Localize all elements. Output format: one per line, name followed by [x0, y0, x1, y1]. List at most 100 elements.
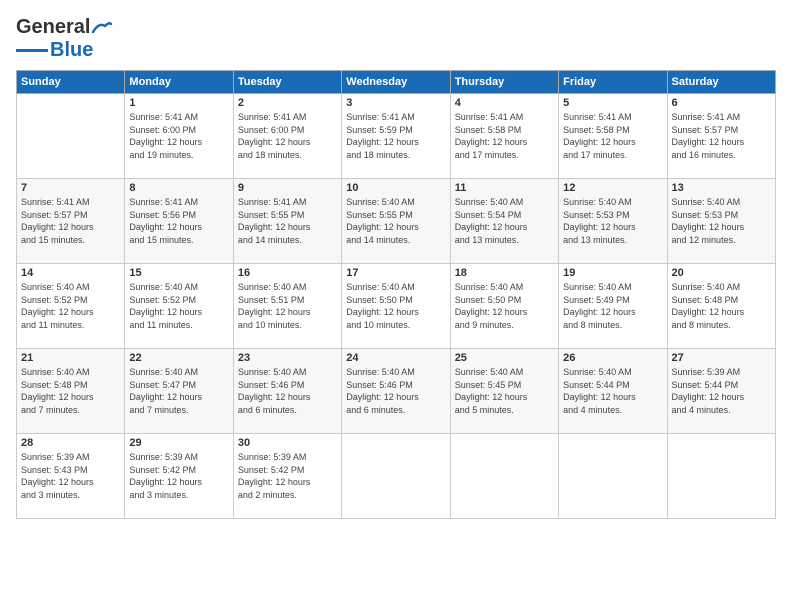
- calendar-cell: 14 Sunrise: 5:40 AMSunset: 5:52 PMDayligh…: [17, 264, 125, 349]
- calendar-cell: 4 Sunrise: 5:41 AMSunset: 5:58 PMDaylight…: [450, 94, 558, 179]
- header-row: SundayMondayTuesdayWednesdayThursdayFrid…: [17, 71, 776, 94]
- week-row-4: 28 Sunrise: 5:39 AMSunset: 5:43 PMDayligh…: [17, 434, 776, 519]
- day-number: 10: [346, 182, 445, 194]
- day-number: 11: [455, 182, 554, 194]
- calendar-cell: 8Sunrise: 5:41 AMSunset: 5:56 PMDaylight…: [125, 179, 233, 264]
- day-info: Sunrise: 5:41 AMSunset: 5:58 PMDaylight:…: [455, 111, 554, 161]
- day-number: 23: [238, 352, 337, 364]
- day-info: Sunrise: 5:41 AMSunset: 6:00 PMDaylight:…: [238, 111, 337, 161]
- day-info: Sunrise: 5:39 AMSunset: 5:43 PMDaylight:…: [21, 451, 120, 501]
- day-info: Sunrise: 5:40 AMSunset: 5:50 PMDaylight:…: [455, 281, 554, 331]
- calendar-cell: 29 Sunrise: 5:39 AMSunset: 5:42 PMDayligh…: [125, 434, 233, 519]
- day-number: 7: [21, 182, 120, 194]
- day-number: 25: [455, 352, 554, 364]
- day-info: Sunrise: 5:40 AMSunset: 5:53 PMDaylight:…: [563, 196, 662, 246]
- day-info: Sunrise: 5:40 AMSunset: 5:47 PMDaylight:…: [129, 366, 228, 416]
- day-number: 13: [672, 182, 771, 194]
- col-header-sunday: Sunday: [17, 71, 125, 94]
- day-number: 21: [21, 352, 120, 364]
- calendar-cell: 28 Sunrise: 5:39 AMSunset: 5:43 PMDayligh…: [17, 434, 125, 519]
- calendar-cell: 6Sunrise: 5:41 AMSunset: 5:57 PMDaylight…: [667, 94, 775, 179]
- logo: General Blue: [16, 16, 113, 62]
- day-number: 14: [21, 267, 120, 279]
- day-number: 12: [563, 182, 662, 194]
- col-header-monday: Monday: [125, 71, 233, 94]
- calendar-cell: [559, 434, 667, 519]
- day-number: 22: [129, 352, 228, 364]
- day-number: 29: [129, 437, 228, 449]
- logo-blue: Blue: [50, 39, 93, 62]
- col-header-wednesday: Wednesday: [342, 71, 450, 94]
- calendar-cell: 2 Sunrise: 5:41 AMSunset: 6:00 PMDaylight…: [233, 94, 341, 179]
- day-number: 27: [672, 352, 771, 364]
- day-info: Sunrise: 5:39 AMSunset: 5:42 PMDaylight:…: [129, 451, 228, 501]
- calendar-cell: 23Sunrise: 5:40 AMSunset: 5:46 PMDayligh…: [233, 349, 341, 434]
- week-row-1: 7Sunrise: 5:41 AMSunset: 5:57 PMDaylight…: [17, 179, 776, 264]
- calendar-cell: 30 Sunrise: 5:39 AMSunset: 5:42 PMDayligh…: [233, 434, 341, 519]
- day-number: 18: [455, 267, 554, 279]
- week-row-0: 1 Sunrise: 5:41 AMSunset: 6:00 PMDaylight…: [17, 94, 776, 179]
- col-header-thursday: Thursday: [450, 71, 558, 94]
- week-row-2: 14 Sunrise: 5:40 AMSunset: 5:52 PMDayligh…: [17, 264, 776, 349]
- calendar-cell: 22 Sunrise: 5:40 AMSunset: 5:47 PMDayligh…: [125, 349, 233, 434]
- calendar-cell: 21 Sunrise: 5:40 AMSunset: 5:48 PMDayligh…: [17, 349, 125, 434]
- day-info: Sunrise: 5:40 AMSunset: 5:49 PMDaylight:…: [563, 281, 662, 331]
- day-number: 28: [21, 437, 120, 449]
- week-row-3: 21 Sunrise: 5:40 AMSunset: 5:48 PMDayligh…: [17, 349, 776, 434]
- day-info: Sunrise: 5:40 AMSunset: 5:48 PMDaylight:…: [21, 366, 120, 416]
- day-info: Sunrise: 5:40 AMSunset: 5:52 PMDaylight:…: [21, 281, 120, 331]
- calendar-cell: 18 Sunrise: 5:40 AMSunset: 5:50 PMDayligh…: [450, 264, 558, 349]
- day-info: Sunrise: 5:40 AMSunset: 5:53 PMDaylight:…: [672, 196, 771, 246]
- day-info: Sunrise: 5:41 AMSunset: 5:58 PMDaylight:…: [563, 111, 662, 161]
- day-info: Sunrise: 5:39 AMSunset: 5:42 PMDaylight:…: [238, 451, 337, 501]
- day-info: Sunrise: 5:41 AMSunset: 5:59 PMDaylight:…: [346, 111, 445, 161]
- calendar-cell: 10 Sunrise: 5:40 AMSunset: 5:55 PMDayligh…: [342, 179, 450, 264]
- day-number: 26: [563, 352, 662, 364]
- day-info: Sunrise: 5:40 AMSunset: 5:44 PMDaylight:…: [563, 366, 662, 416]
- day-number: 15: [129, 267, 228, 279]
- calendar-cell: 7Sunrise: 5:41 AMSunset: 5:57 PMDaylight…: [17, 179, 125, 264]
- day-number: 2: [238, 97, 337, 109]
- calendar-cell: 24Sunrise: 5:40 AMSunset: 5:46 PMDayligh…: [342, 349, 450, 434]
- calendar-cell: 3 Sunrise: 5:41 AMSunset: 5:59 PMDaylight…: [342, 94, 450, 179]
- calendar-cell: 17 Sunrise: 5:40 AMSunset: 5:50 PMDayligh…: [342, 264, 450, 349]
- day-number: 9: [238, 182, 337, 194]
- day-info: Sunrise: 5:41 AMSunset: 5:55 PMDaylight:…: [238, 196, 337, 246]
- calendar-cell: 26 Sunrise: 5:40 AMSunset: 5:44 PMDayligh…: [559, 349, 667, 434]
- day-number: 3: [346, 97, 445, 109]
- day-info: Sunrise: 5:40 AMSunset: 5:52 PMDaylight:…: [129, 281, 228, 331]
- calendar-cell: [667, 434, 775, 519]
- day-info: Sunrise: 5:40 AMSunset: 5:50 PMDaylight:…: [346, 281, 445, 331]
- calendar-cell: [450, 434, 558, 519]
- day-number: 19: [563, 267, 662, 279]
- day-info: Sunrise: 5:39 AMSunset: 5:44 PMDaylight:…: [672, 366, 771, 416]
- logo-general: General: [16, 16, 90, 39]
- day-number: 6: [672, 97, 771, 109]
- day-info: Sunrise: 5:41 AMSunset: 5:56 PMDaylight:…: [129, 196, 228, 246]
- day-info: Sunrise: 5:40 AMSunset: 5:55 PMDaylight:…: [346, 196, 445, 246]
- day-number: 17: [346, 267, 445, 279]
- calendar-cell: 27 Sunrise: 5:39 AMSunset: 5:44 PMDayligh…: [667, 349, 775, 434]
- day-number: 4: [455, 97, 554, 109]
- day-number: 20: [672, 267, 771, 279]
- calendar-cell: 19 Sunrise: 5:40 AMSunset: 5:49 PMDayligh…: [559, 264, 667, 349]
- day-number: 5: [563, 97, 662, 109]
- calendar-cell: 5 Sunrise: 5:41 AMSunset: 5:58 PMDaylight…: [559, 94, 667, 179]
- logo-bird-icon: [91, 20, 113, 36]
- calendar-cell: [17, 94, 125, 179]
- calendar-cell: 16Sunrise: 5:40 AMSunset: 5:51 PMDayligh…: [233, 264, 341, 349]
- day-info: Sunrise: 5:40 AMSunset: 5:45 PMDaylight:…: [455, 366, 554, 416]
- calendar-cell: 13 Sunrise: 5:40 AMSunset: 5:53 PMDayligh…: [667, 179, 775, 264]
- calendar-cell: 1Sunrise: 5:41 AMSunset: 6:00 PMDaylight…: [125, 94, 233, 179]
- day-number: 30: [238, 437, 337, 449]
- calendar-cell: 9 Sunrise: 5:41 AMSunset: 5:55 PMDaylight…: [233, 179, 341, 264]
- day-info: Sunrise: 5:40 AMSunset: 5:51 PMDaylight:…: [238, 281, 337, 331]
- calendar-cell: 15 Sunrise: 5:40 AMSunset: 5:52 PMDayligh…: [125, 264, 233, 349]
- day-info: Sunrise: 5:40 AMSunset: 5:46 PMDaylight:…: [346, 366, 445, 416]
- day-info: Sunrise: 5:40 AMSunset: 5:54 PMDaylight:…: [455, 196, 554, 246]
- calendar-cell: [342, 434, 450, 519]
- calendar-cell: 11 Sunrise: 5:40 AMSunset: 5:54 PMDayligh…: [450, 179, 558, 264]
- day-number: 1: [129, 97, 228, 109]
- calendar-cell: 12 Sunrise: 5:40 AMSunset: 5:53 PMDayligh…: [559, 179, 667, 264]
- calendar-table: SundayMondayTuesdayWednesdayThursdayFrid…: [16, 70, 776, 519]
